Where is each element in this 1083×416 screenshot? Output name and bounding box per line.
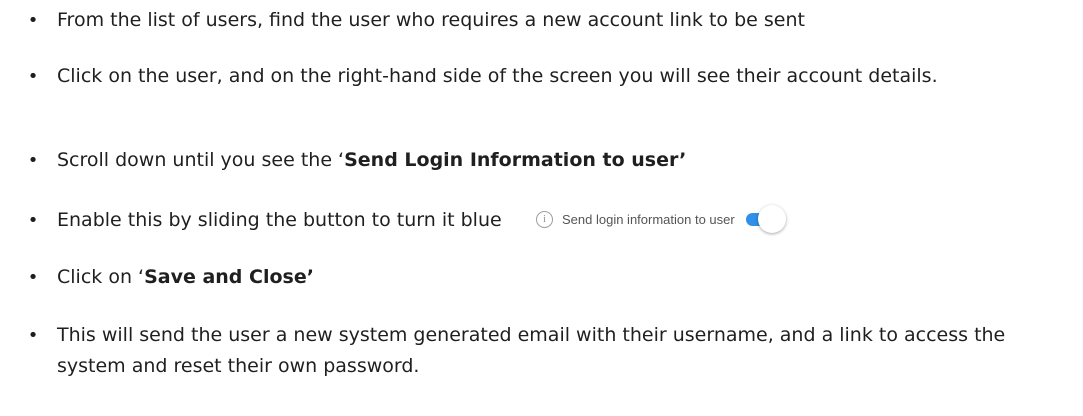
bullet-icon: •: [27, 210, 39, 231]
bullet-icon: •: [27, 150, 39, 171]
send-login-toggle-switch[interactable]: [744, 205, 790, 233]
bullet-icon: •: [27, 66, 39, 87]
step-text-bold: Save and Close’: [144, 266, 314, 288]
send-login-label: Send login information to user: [562, 211, 735, 227]
info-icon[interactable]: i: [536, 210, 553, 228]
step-text-prefix: Scroll down until you see the ‘: [57, 149, 345, 171]
bullet-icon: •: [27, 10, 39, 31]
send-login-toggle-widget: i Send login information to user: [536, 200, 790, 238]
step-text: This will send the user a new system gen…: [57, 324, 1006, 377]
instructions-page: • From the list of users, find the user …: [0, 0, 1083, 416]
step-text: Scroll down until you see the ‘Send Logi…: [57, 145, 1077, 176]
bullet-icon: •: [27, 267, 39, 288]
step-text: Click on the user, and on the right-hand…: [57, 65, 938, 87]
bullet-icon: •: [27, 325, 39, 346]
toggle-knob[interactable]: [757, 205, 786, 233]
step-text: From the list of users, find the user wh…: [57, 9, 805, 31]
step-text-prefix: Click on ‘: [57, 266, 145, 288]
step-text: Click on ‘Save and Close’: [57, 262, 1077, 293]
step-text-bold: Send Login Information to user’: [344, 149, 687, 171]
